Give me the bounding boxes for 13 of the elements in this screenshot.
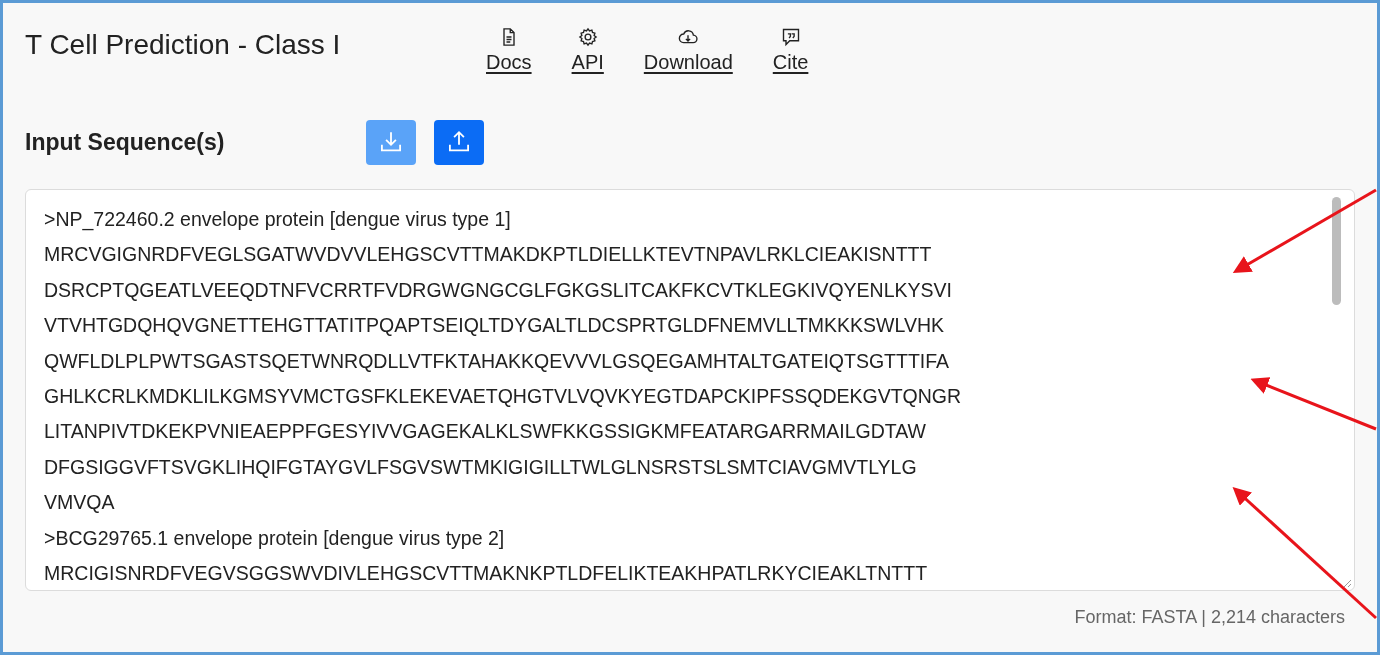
nav-link[interactable]: API — [571, 51, 604, 74]
scroll-bar[interactable] — [1332, 197, 1341, 305]
nav-link[interactable]: Download — [643, 51, 733, 74]
format-info: Format: FASTA | 2,214 characters — [1074, 607, 1345, 628]
nav-link[interactable]: Docs — [486, 51, 532, 74]
speech-bubble-icon[interactable] — [780, 27, 801, 47]
settings-icon[interactable] — [577, 27, 598, 47]
sequence-text-area[interactable]: >NP_722460.2 envelope protein [dengue virus type 1] MRCVGIGNRDFVEGLSGATWVDVVLEHGSCVTTMAKDKPTLDIELLKTEVTNPAVLRKLCIEAKISNTTT DSRCPTQGEATLVEEQDTNFVCRRTFVDRGWGNGCGLFGKGSLITCAKFKCVTKLEGKIVQYENLKYSVI VTVHTGDQHQVGNETTEHGTTATITPQAPTSEIQLTDYGALTLDCSPRTGLDFNEMVLLTMKKKSWLVHK QWFLDLPLPWTSGASTSQETWNRQDLLVTFKTAHAKKQEVVVLGSQEGAMHTALTGATEIQTSGTTTIFA GHLKCRLKMDKLILKGMSYVMCTGSFKLEKEVAETQHGTVLVQVKYEGTDAPCKIPFSSQDEKGVTQNGR LITANPIVTDKEKPVNIEAEPPFGESYIVVGAGEKALKLSWFKKGSSIGKMFEATARGARRMAILGDTAW DFGSIGGVFTSVGKLIHQIFGTAYGVLFSGVSWTMKIGIGILLTWLGLNSRSTSLSMTCIAVGMVTLYLG VMVQA >BCG29765.1 envelope protein [dengue virus type 2] MRCIGISNRDFVEGVSGGSWVDIVLEHGSCVTTMAKNKPTLDFELIKTEAKHPATLRKYCIEAKLTNTTT — [25, 189, 1355, 591]
upload-button[interactable] — [434, 119, 484, 165]
resize-handle-icon[interactable] — [1342, 578, 1352, 588]
page-title: T Cell Prediction - Class I — [25, 29, 342, 61]
section-label: Input Sequence(s) — [25, 128, 226, 156]
nav-link[interactable]: Cite — [772, 51, 809, 74]
